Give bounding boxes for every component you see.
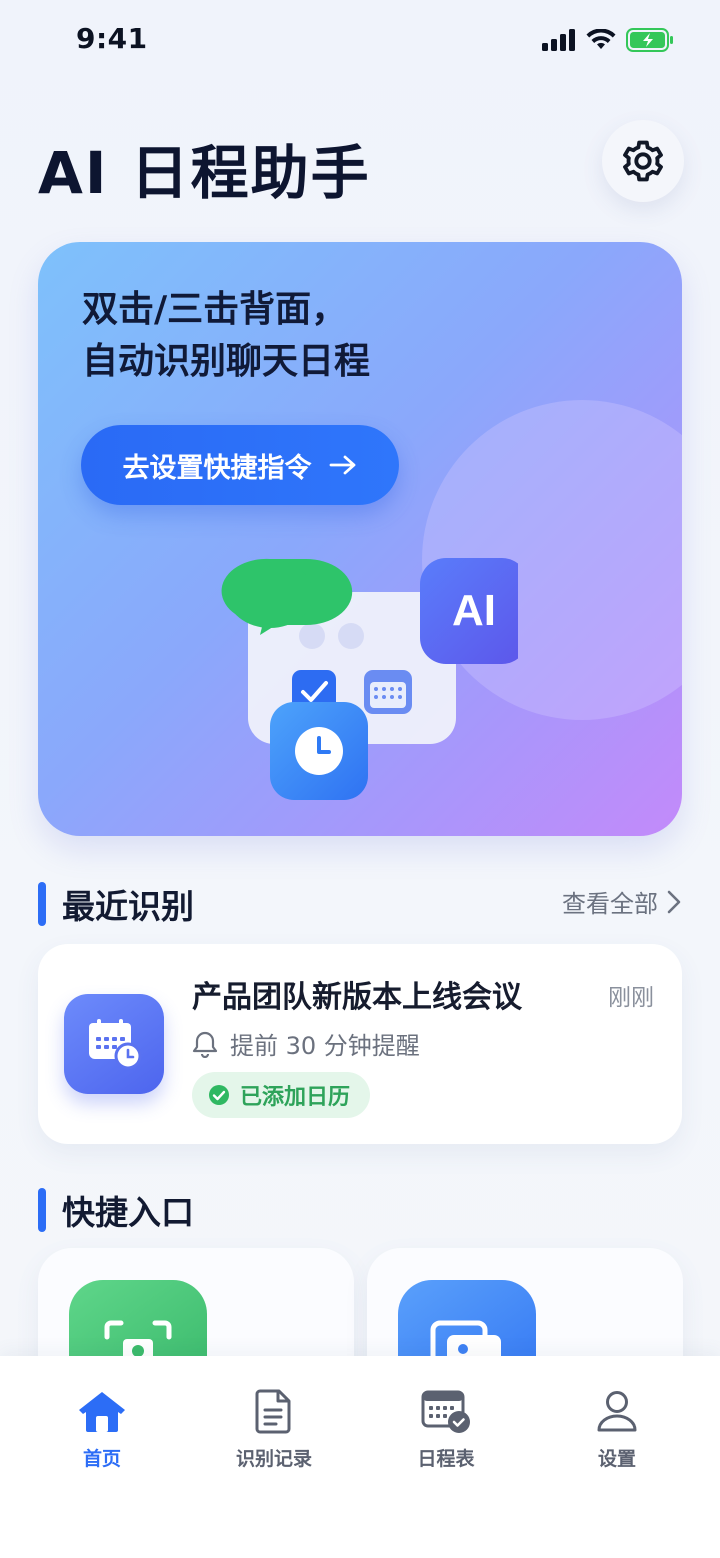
- recent-item-icon: [64, 994, 164, 1094]
- bell-icon: [192, 1031, 218, 1058]
- hero-line-2: 自动识别聊天日程: [82, 341, 371, 382]
- recent-item-title: 产品团队新版本上线会议: [192, 980, 522, 1015]
- app-screen: 9:41 AI 日程助手 双击/三击背面， 自动识别聊天日程 去设置快捷指令 A…: [0, 0, 720, 1558]
- status-icons: [542, 28, 674, 52]
- status-bar: 9:41: [0, 0, 720, 84]
- document-icon: [255, 1389, 291, 1434]
- status-badge: 已添加日历: [192, 1072, 371, 1118]
- recent-item-time: 刚刚: [608, 985, 654, 1011]
- tab-records[interactable]: 识别记录: [214, 1388, 334, 1471]
- calendar-clock-icon: [89, 1019, 142, 1070]
- tab-records-label: 识别记录: [235, 1448, 312, 1470]
- reminder-text: 提前 30 分钟提醒: [230, 1032, 420, 1060]
- battery-icon: [626, 28, 673, 52]
- page-title: AI 日程助手: [38, 139, 371, 207]
- recent-section-title: 最近识别: [62, 887, 194, 926]
- shortcuts-section-title: 快捷入口: [62, 1193, 194, 1232]
- tab-settings-label: 设置: [597, 1448, 636, 1470]
- tab-schedule-label: 日程表: [417, 1448, 475, 1470]
- wifi-icon: [586, 29, 616, 49]
- tab-schedule[interactable]: 日程表: [386, 1388, 506, 1471]
- check-circle-icon: [209, 1085, 229, 1105]
- home-icon: [79, 1392, 125, 1432]
- view-all-label: 查看全部: [562, 890, 658, 918]
- calendar-check-icon: [421, 1390, 470, 1433]
- tab-home-label: 首页: [82, 1448, 121, 1470]
- hero-illustration: AI: [221, 558, 518, 800]
- view-all-link[interactable]: 查看全部: [562, 884, 682, 919]
- ai-badge: AI: [452, 586, 496, 635]
- recent-item-reminder: 提前 30 分钟提醒: [192, 1026, 420, 1061]
- user-icon: [597, 1391, 637, 1432]
- hero-text: 双击/三击背面， 自动识别聊天日程: [82, 284, 370, 388]
- status-time: 9:41: [76, 22, 148, 55]
- signal-icon: [542, 29, 575, 51]
- gear-icon: [623, 140, 663, 182]
- settings-button[interactable]: [602, 120, 684, 202]
- status-badge-label: 已添加日历: [240, 1085, 351, 1110]
- hero-card: 双击/三击背面， 自动识别聊天日程 去设置快捷指令 AI: [38, 242, 682, 836]
- tab-home[interactable]: 首页: [42, 1388, 162, 1471]
- recent-section-header: 最近识别: [38, 880, 194, 928]
- recent-item-card[interactable]: 产品团队新版本上线会议 刚刚 提前 30 分钟提醒 已添加日历: [38, 944, 682, 1144]
- tab-settings[interactable]: 设置: [557, 1388, 677, 1471]
- setup-shortcut-label: 去设置快捷指令: [122, 452, 312, 484]
- section-accent-bar: [38, 882, 46, 926]
- setup-shortcut-button[interactable]: 去设置快捷指令: [81, 425, 399, 505]
- arrow-right-icon: [329, 455, 355, 475]
- section-accent-bar: [38, 1188, 46, 1232]
- shortcuts-section-header: 快捷入口: [38, 1186, 194, 1234]
- chevron-right-icon: [667, 890, 681, 913]
- hero-line-1: 双击/三击背面，: [82, 289, 348, 330]
- tab-bar: 首页 识别记录 日程表 设置: [0, 1356, 720, 1558]
